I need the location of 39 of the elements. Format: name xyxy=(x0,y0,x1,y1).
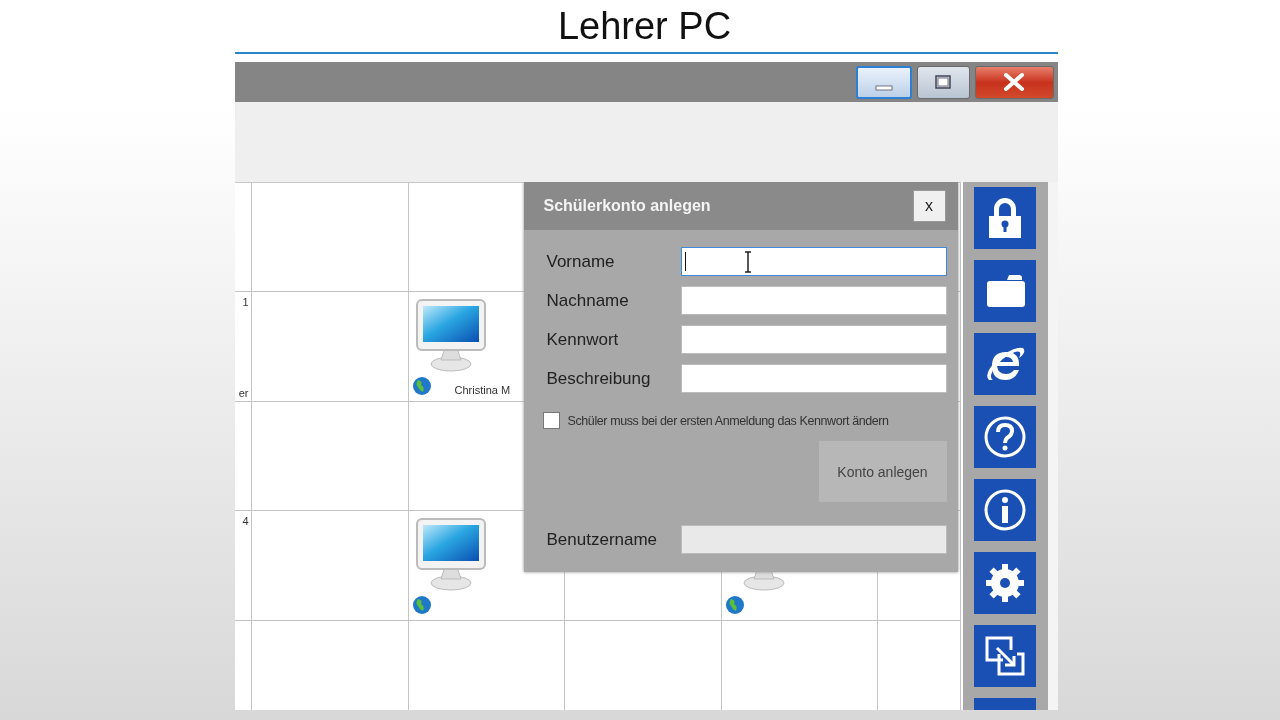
close-button[interactable]: x xyxy=(912,190,946,222)
monitor-icon[interactable] xyxy=(414,517,489,593)
folder-button[interactable] xyxy=(974,260,1036,322)
cell-text: er xyxy=(238,387,249,399)
text-caret xyxy=(684,252,686,271)
monitor-icon[interactable] xyxy=(414,298,489,374)
input-field[interactable] xyxy=(680,247,947,276)
cell-text: 1 xyxy=(242,296,249,308)
minimize-icon xyxy=(874,84,893,91)
computer-name: Christina M xyxy=(454,384,511,396)
browser-button[interactable] xyxy=(974,333,1036,395)
settings-button[interactable] xyxy=(974,552,1036,614)
info-button[interactable] xyxy=(974,479,1036,541)
cell-text: 4 xyxy=(242,515,249,527)
create-account-button[interactable]: Konto anlegen xyxy=(818,441,947,502)
field-label: Benutzername xyxy=(546,529,658,550)
maximize-button[interactable] xyxy=(916,65,970,99)
dialog-title: Schülerkonto anlegen xyxy=(543,197,711,215)
globe-icon xyxy=(411,595,432,615)
field-label: Vorname xyxy=(546,251,615,272)
minimize-button[interactable] xyxy=(855,65,912,99)
field-label: Beschreibung xyxy=(546,368,651,389)
checkbox[interactable] xyxy=(542,412,560,429)
field-label: Kennwort xyxy=(546,329,619,350)
maximize-icon xyxy=(934,74,952,90)
field-label: Nachname xyxy=(546,290,629,311)
lock-button[interactable] xyxy=(974,187,1036,249)
globe-icon xyxy=(724,595,745,615)
close-button[interactable] xyxy=(974,65,1054,99)
input-field[interactable] xyxy=(680,325,947,354)
globe-icon xyxy=(411,376,432,396)
slide-title: Lehrer PC xyxy=(556,4,732,49)
help-button[interactable] xyxy=(974,406,1036,468)
input-field[interactable] xyxy=(680,364,947,393)
checkbox-label: Schüler muss bei der ersten Anmeldung das Kennwort ändern xyxy=(567,413,889,428)
text-cursor-icon xyxy=(743,251,752,273)
input-field[interactable] xyxy=(680,286,947,315)
switch-button[interactable] xyxy=(974,625,1036,687)
close-icon xyxy=(1003,73,1025,91)
